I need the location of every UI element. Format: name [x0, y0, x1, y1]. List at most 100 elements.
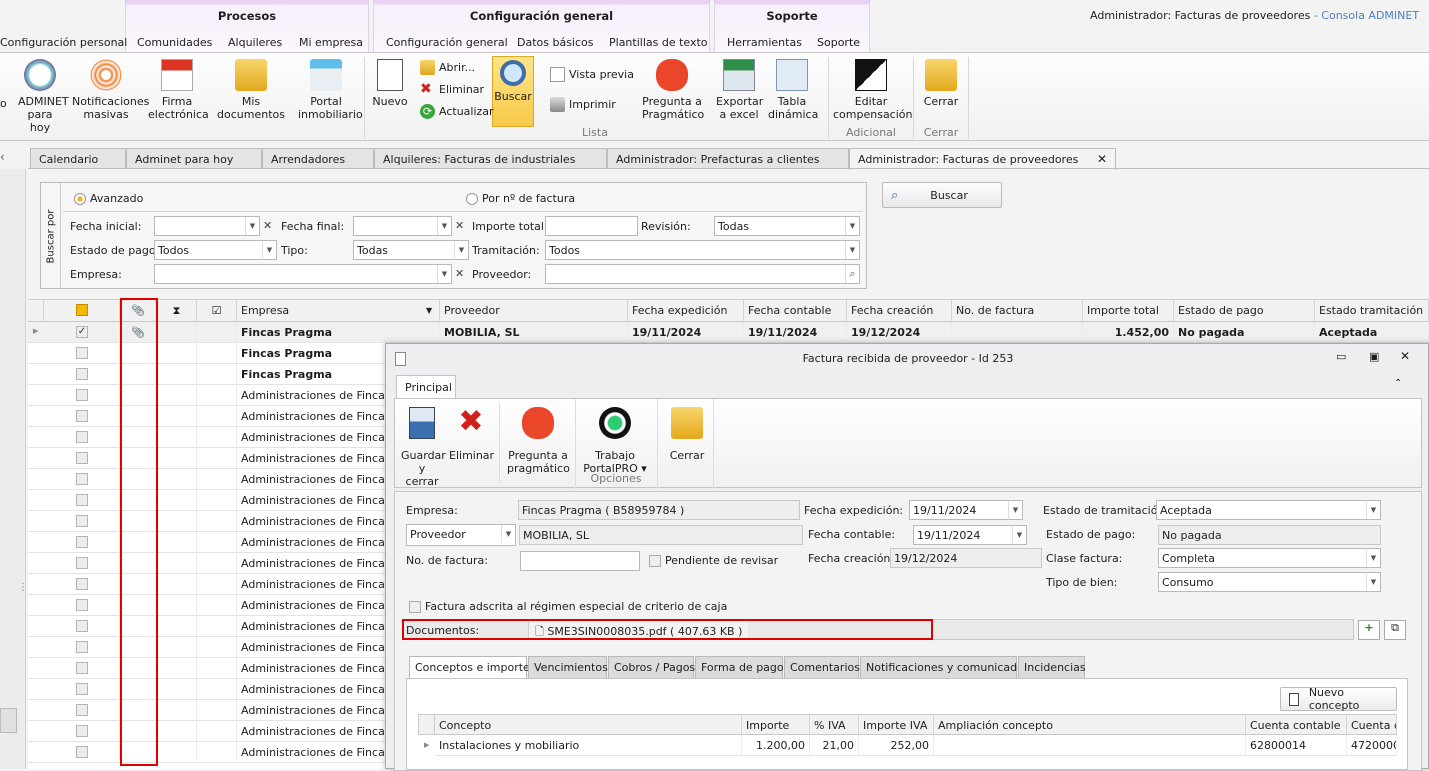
column-header-estado-de-pago[interactable]: Estado de pago [1174, 300, 1315, 322]
chevron-down-icon[interactable]: ▼ [1366, 501, 1380, 519]
proveedor-input[interactable]: ⌕ [545, 264, 860, 284]
sort-dropdown-icon[interactable]: ▼ [426, 306, 432, 315]
tab-principal[interactable]: Principal [396, 375, 456, 399]
tab-conceptos-e-importes[interactable]: Conceptos e importes [409, 656, 536, 679]
ribbon-tab-datos-basicos[interactable]: Datos básicos [517, 36, 594, 49]
clase-factura-select[interactable]: Completa ▼ [1158, 548, 1381, 568]
fecha-inicial-input[interactable]: ▼ [154, 216, 260, 236]
row-select-cell[interactable] [44, 637, 120, 658]
row-checkbox[interactable] [76, 368, 88, 380]
doc-tab-calendario[interactable]: Calendario [30, 148, 126, 169]
column-header-proveedor[interactable]: Proveedor [440, 300, 628, 322]
abrir-button[interactable]: Abrir... [420, 60, 475, 75]
row-select-cell[interactable] [44, 532, 120, 553]
fecha-contable-input[interactable]: 19/11/2024 ▼ [913, 525, 1027, 545]
row-checkbox[interactable] [76, 389, 88, 401]
row-select-cell[interactable] [44, 553, 120, 574]
close-icon[interactable]: ✕ [1097, 152, 1107, 166]
tab-forma-de-pago[interactable]: Forma de pago [695, 656, 784, 678]
row-checkbox[interactable] [76, 620, 88, 632]
row-select-cell[interactable] [44, 490, 120, 511]
select-all-header[interactable] [44, 300, 120, 322]
row-checkbox[interactable] [76, 431, 88, 443]
estado-pago-select[interactable]: Todos ▼ [154, 240, 277, 260]
ribbon-button-exportar-a-excel[interactable]: Exportar a excel [716, 59, 763, 121]
mode-number-radio[interactable]: Por nº de factura [466, 192, 575, 205]
dialog-button-cerrar[interactable]: Cerrar [665, 407, 709, 462]
pendiente-revisar-checkbox[interactable]: Pendiente de revisar [649, 554, 778, 567]
row-select-cell[interactable] [44, 343, 120, 364]
fecha-final-input[interactable]: ▼ [353, 216, 452, 236]
row-select-cell[interactable] [44, 721, 120, 742]
row-checkbox[interactable] [76, 725, 88, 737]
concept-column-iva[interactable]: % IVA [810, 714, 859, 735]
factura-input[interactable] [520, 551, 640, 571]
tab-notificaciones-y-comunicados[interactable]: Notificaciones y comunicados [860, 656, 1030, 678]
ribbon-tab-soporte[interactable]: Soporte [817, 36, 860, 49]
row-checkbox[interactable] [76, 599, 88, 611]
ribbon-tab-alquileres[interactable]: Alquileres [228, 36, 282, 49]
row-checkbox[interactable] [76, 557, 88, 569]
left-panel-splitter[interactable]: ⋮ [18, 582, 28, 593]
row-checkbox[interactable] [76, 515, 88, 527]
chevron-down-icon[interactable]: ▼ [245, 217, 259, 235]
tab-comentarios[interactable]: Comentarios [784, 656, 860, 678]
chevron-down-icon[interactable]: ▼ [1366, 573, 1380, 591]
left-panel-button[interactable] [0, 708, 17, 733]
ribbon-button-portal-inmobiliario[interactable]: Portal inmobiliario [298, 59, 363, 121]
concept-column-cuenta-co[interactable]: Cuenta co [1347, 714, 1397, 735]
concept-column-cuenta-contable[interactable]: Cuenta contable [1246, 714, 1347, 735]
fecha-expedicion-input[interactable]: 19/11/2024 ▼ [909, 500, 1023, 520]
estado-tramitacion-select[interactable]: Aceptada ▼ [1156, 500, 1381, 520]
doc-tab-adminet-para-hoy[interactable]: Adminet para hoy [126, 148, 262, 169]
criterio-caja-checkbox[interactable]: Factura adscrita al régimen especial de … [409, 600, 727, 613]
ribbon-tab-configuracion-general[interactable]: Configuración general [386, 36, 508, 49]
proveedor-type-select[interactable]: Proveedor ▼ [406, 524, 516, 546]
row-select-cell[interactable] [44, 448, 120, 469]
concept-column-concepto[interactable]: Concepto [435, 714, 742, 735]
row-select-cell[interactable] [44, 406, 120, 427]
clear-icon[interactable]: ✕ [263, 219, 272, 232]
select-all-checkbox[interactable] [76, 304, 88, 316]
concept-column-importe[interactable]: Importe [742, 714, 810, 735]
ribbon-button-buscar[interactable]: Buscar [492, 56, 534, 127]
tipo-bien-select[interactable]: Consumo ▼ [1158, 572, 1381, 592]
tab-incidencias[interactable]: Incidencias [1018, 656, 1086, 678]
chevron-down-icon[interactable]: ▼ [845, 217, 859, 235]
row-checkbox[interactable] [76, 746, 88, 758]
eliminar-button[interactable]: ✖ Eliminar [420, 82, 484, 97]
row-select-cell[interactable] [44, 658, 120, 679]
search-icon[interactable]: ⌕ [845, 265, 859, 283]
clear-icon[interactable]: ✕ [455, 219, 464, 232]
nuevo-concepto-button[interactable]: Nuevo concepto [1280, 686, 1397, 712]
ribbon-cut-button[interactable]: o [0, 97, 7, 110]
column-header-fecha-expedicion[interactable]: Fecha expedición [628, 300, 744, 322]
empresa-select[interactable]: ▼ [154, 264, 452, 284]
ribbon-tab-mi-empresa[interactable]: Mi empresa [299, 36, 363, 49]
ribbon-button-mis-documentos[interactable]: Mis documentos [212, 59, 290, 121]
collapse-ribbon-icon[interactable]: ⌃ [1394, 378, 1402, 389]
tipo-select[interactable]: Todas ▼ [353, 240, 469, 260]
actualizar-button[interactable]: ⟳ Actualizar [420, 104, 494, 119]
ribbon-button-cerrar[interactable]: Cerrar [920, 59, 962, 108]
row-select-cell[interactable]: ✓ [44, 322, 120, 343]
ribbon-tab-plantillas-de-texto[interactable]: Plantillas de texto [609, 36, 708, 49]
doc-tab-administrador-prefacturas-a-clientes[interactable]: Administrador: Prefacturas a clientes [607, 148, 849, 169]
ribbon-button-nuevo[interactable]: Nuevo [372, 59, 408, 108]
dialog-button-guardar-y-cerrar[interactable]: Guardar y cerrar [401, 407, 446, 488]
chevron-down-icon[interactable]: ▼ [437, 265, 451, 283]
ribbon-button-tabla-dinamica[interactable]: Tabla dinámica [768, 59, 818, 121]
chevron-down-icon[interactable]: ▼ [1008, 501, 1022, 519]
row-checkbox[interactable] [76, 704, 88, 716]
doc-tab-arrendadores[interactable]: Arrendadores [262, 148, 374, 169]
row-checkbox[interactable] [76, 578, 88, 590]
chevron-down-icon[interactable]: ▼ [437, 217, 451, 235]
ribbon-button-notificaciones-masivas[interactable]: Notificaciones masivas [72, 59, 149, 121]
row-select-cell[interactable] [44, 511, 120, 532]
ribbon-tab-herramientas[interactable]: Herramientas [727, 36, 802, 49]
table-row[interactable]: ▶ ✓ 📎︎ Fincas Pragma MOBILIA, SL 19/11/2024 19… [28, 322, 1429, 343]
copy-document-icon[interactable]: ⧉ [1384, 620, 1406, 640]
concept-column-ampliacion-concepto[interactable]: Ampliación concepto [934, 714, 1246, 735]
row-checkbox[interactable] [76, 347, 88, 359]
row-checkbox[interactable]: ✓ [76, 326, 88, 338]
